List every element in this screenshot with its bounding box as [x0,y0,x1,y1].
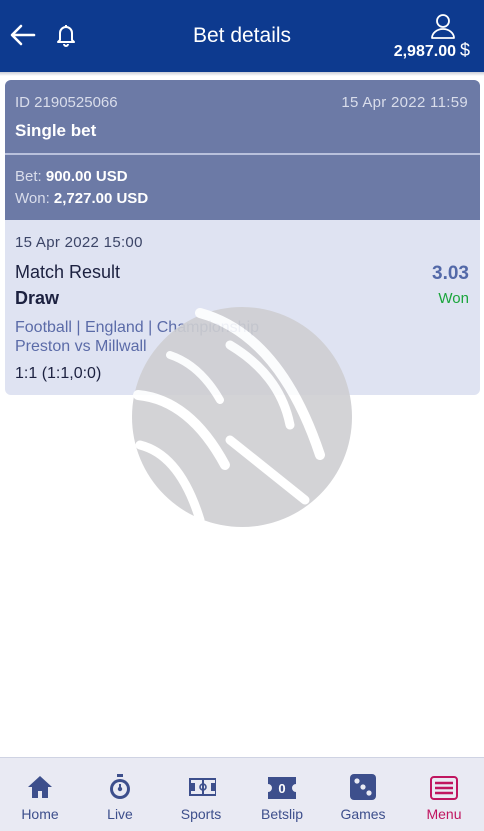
odds-value: 3.03 [432,263,469,284]
bet-status: Won [438,290,469,307]
balance-amount: 2,987.00 [393,43,456,60]
tab-menu-label: Menu [426,806,462,822]
tab-betslip-label: Betslip [260,806,304,822]
tab-home-label: Home [21,806,59,822]
home-icon [28,776,52,798]
bet-type: Single bet [15,121,97,140]
tab-menu[interactable]: Menu [404,758,484,831]
tab-games[interactable]: Games [323,758,403,831]
selection-name: Draw [15,288,60,308]
bet-amounts: Bet: 900.00 USD Won: 2,727.00 USD [5,155,480,220]
winnings-line: Won: 2,727.00 USD [15,190,148,207]
account-balance[interactable]: 2,987.00 $ [394,40,470,61]
stake-line: Bet: 900.00 USD [15,168,128,185]
tab-home[interactable]: Home [0,758,80,831]
betslip-count: 0 [278,781,285,796]
tab-sports[interactable]: Sports [161,758,241,831]
stake-amount: 900.00 USD [45,168,128,185]
tab-games-label: Games [340,806,386,822]
league-path: Football | England | Championship [15,319,260,336]
bet-card: ID 2190525066 15 Apr 2022 11:59 Single b… [5,80,480,395]
tab-betslip[interactable]: 0 Betslip [242,758,322,831]
pitch-icon [189,778,216,796]
stopwatch-icon [110,774,130,799]
app-header: Bet details 2,987.00 $ [0,0,484,72]
winnings-amount: 2,727.00 USD [53,190,149,207]
header-shadow [0,72,484,76]
market-name: Match Result [15,262,121,282]
stake-label: Bet: [15,168,42,185]
match-teams: Preston vs Millwall [15,338,147,355]
event-date: 15 Apr 2022 15:00 [15,234,143,251]
tab-live-label: Live [107,806,133,822]
user-icon[interactable] [430,13,456,39]
winnings-label: Won: [15,190,50,207]
match-score: 1:1 (1:1,0:0) [15,365,102,382]
tab-live[interactable]: Live [80,758,160,831]
bet-card-header: ID 2190525066 15 Apr 2022 11:59 Single b… [5,80,480,153]
bet-placed-date: 15 Apr 2022 11:59 [341,94,468,111]
bet-id: ID 2190525066 [15,94,118,111]
bottom-nav: Home Live Sports 0 Betslip Games Menu [0,757,484,831]
tab-sports-label: Sports [180,806,222,822]
menu-icon [430,776,458,800]
balance-currency: $ [459,40,470,60]
dice-icon [350,774,376,800]
ticket-icon: 0 [268,777,296,799]
